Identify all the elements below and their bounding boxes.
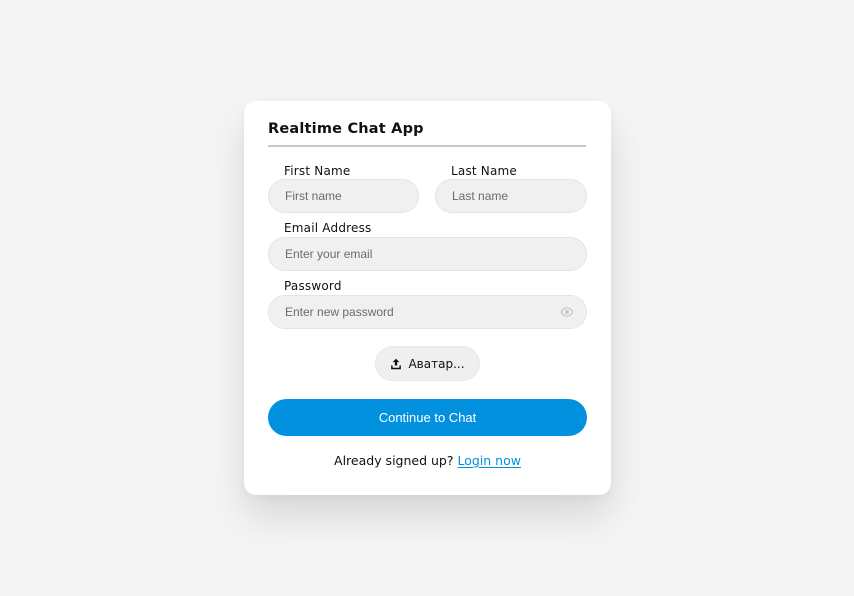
upload-icon [391, 358, 402, 369]
last-name-input[interactable] [452, 189, 586, 203]
avatar-upload-button[interactable]: Аватар... [375, 346, 480, 381]
signup-card: Realtime Chat App First Name Last Name E… [244, 101, 611, 495]
app-title: Realtime Chat App [268, 121, 424, 137]
first-name-input[interactable] [285, 189, 418, 203]
last-name-field[interactable] [435, 179, 587, 213]
email-input[interactable] [285, 247, 586, 261]
login-prompt: Already signed up? Login now [244, 453, 611, 468]
password-input[interactable] [285, 305, 545, 319]
password-label: Password [284, 279, 342, 293]
first-name-label: First Name [284, 164, 351, 178]
password-field[interactable] [268, 295, 587, 329]
login-now-link[interactable]: Login now [457, 453, 521, 468]
title-divider [268, 145, 586, 147]
last-name-label: Last Name [451, 164, 518, 178]
continue-to-chat-button[interactable]: Continue to Chat [268, 399, 587, 436]
eye-icon[interactable] [560, 306, 574, 318]
login-prompt-text: Already signed up? [334, 453, 454, 468]
first-name-field[interactable] [268, 179, 419, 213]
email-label: Email Address [284, 221, 372, 235]
email-field[interactable] [268, 237, 587, 271]
avatar-button-label: Аватар... [408, 356, 465, 371]
